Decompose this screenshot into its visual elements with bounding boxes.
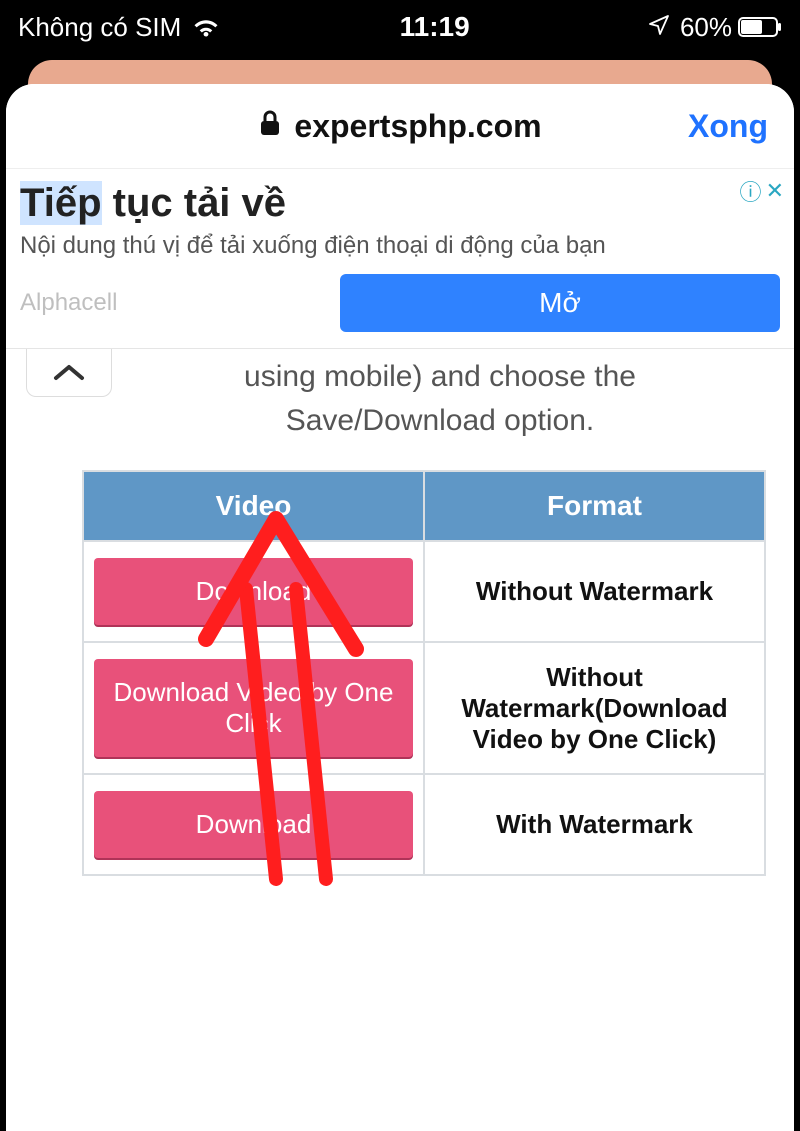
table-row: Download Video by One Click Without Wate… [83, 642, 765, 774]
chevron-up-icon [52, 363, 86, 383]
ad-title[interactable]: Tiếp tục tải về [20, 181, 780, 226]
instruction-line-2: Save/Download option. [286, 404, 595, 437]
ad-title-rest: tục tải về [102, 181, 287, 225]
page-content: using mobile) and choose the Save/Downlo… [6, 349, 794, 956]
battery: 60% [680, 12, 782, 43]
format-cell-1: Without Watermark [424, 541, 765, 642]
url-domain: expertsphp.com [294, 108, 541, 145]
download-button-3[interactable]: Download [94, 791, 413, 858]
url-display[interactable]: expertsphp.com [258, 108, 541, 145]
device-frame: Không có SIM 11:19 60% [0, 0, 800, 1131]
ad-marks: ⓘ ✕ [740, 175, 784, 207]
ad-close-icon[interactable]: ✕ [766, 178, 784, 204]
url-bar: expertsphp.com Xong [6, 84, 794, 168]
download-table: Video Format Download Without Watermark … [82, 470, 766, 876]
ad-info-icon[interactable]: ⓘ [740, 175, 762, 207]
download-button-2[interactable]: Download Video by One Click [94, 659, 413, 757]
instruction-text: using mobile) and choose the Save/Downlo… [6, 349, 794, 470]
download-button-1[interactable]: Download [94, 558, 413, 625]
table-row: Download With Watermark [83, 774, 765, 875]
collapse-tab[interactable] [26, 349, 112, 397]
format-cell-2: Without Watermark(Download Video by One … [424, 642, 765, 774]
status-bar: Không có SIM 11:19 60% [0, 0, 800, 54]
wifi-icon [191, 16, 221, 38]
download-table-wrap: Video Format Download Without Watermark … [6, 470, 794, 956]
browser-sheet: expertsphp.com Xong ⓘ ✕ Tiếp tục tải về … [6, 84, 794, 1131]
status-left: Không có SIM [18, 12, 221, 43]
done-button[interactable]: Xong [688, 84, 768, 168]
battery-icon [738, 16, 782, 38]
carrier-text: Không có SIM [18, 12, 181, 43]
col-header-video: Video [83, 471, 424, 541]
ad-brand: Alphacell [20, 289, 320, 317]
table-row: Download Without Watermark [83, 541, 765, 642]
ad-banner: ⓘ ✕ Tiếp tục tải về Nội dung thú vị để t… [6, 168, 794, 349]
ad-open-button[interactable]: Mở [340, 274, 780, 332]
clock: 11:19 [400, 11, 470, 43]
ad-title-highlight: Tiếp [20, 181, 102, 225]
instruction-line-1: using mobile) and choose the [244, 360, 636, 393]
col-header-format: Format [424, 471, 765, 541]
status-right: 60% [648, 12, 782, 43]
lock-icon [258, 108, 282, 145]
format-cell-3: With Watermark [424, 774, 765, 875]
ad-subtitle: Nội dung thú vị để tải xuống điện thoại … [20, 232, 780, 260]
location-icon [648, 12, 670, 43]
battery-pct: 60% [680, 12, 732, 43]
